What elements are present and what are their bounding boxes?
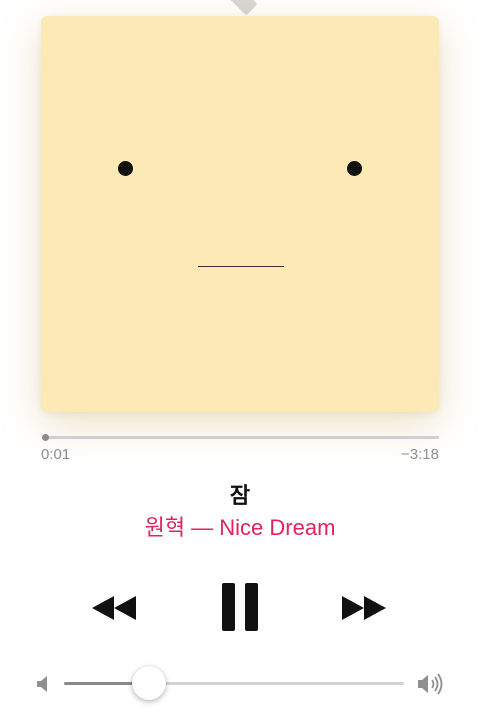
fast-forward-button[interactable]: [338, 588, 390, 628]
artist-album-link[interactable]: 원혁 — Nice Dream: [0, 510, 480, 542]
volume-slider-knob[interactable]: [132, 666, 166, 700]
volume-slider[interactable]: [64, 666, 404, 700]
fast-forward-icon: [342, 596, 386, 620]
playback-scrubber[interactable]: [41, 434, 439, 441]
rewind-icon: [92, 596, 136, 620]
album-artwork: [41, 16, 439, 412]
pause-icon: [222, 583, 258, 631]
remaining-time: −3:18: [401, 446, 439, 463]
playback-scrubber-knob[interactable]: [41, 434, 49, 441]
now-playing-screen: 0:01 −3:18 잠 원혁 — Nice Dream: [0, 0, 480, 720]
elapsed-time: 0:01: [41, 446, 71, 463]
rewind-button[interactable]: [88, 588, 140, 628]
speaker-high-icon: [418, 673, 443, 695]
speaker-low-icon: [37, 676, 47, 692]
pause-button[interactable]: [214, 580, 266, 634]
artwork-right-eye: [347, 161, 362, 176]
artwork-mouth: [198, 266, 284, 267]
song-title: 잠: [229, 483, 251, 508]
dismiss-grabber[interactable]: [222, 0, 258, 16]
artwork-left-eye: [118, 161, 133, 176]
